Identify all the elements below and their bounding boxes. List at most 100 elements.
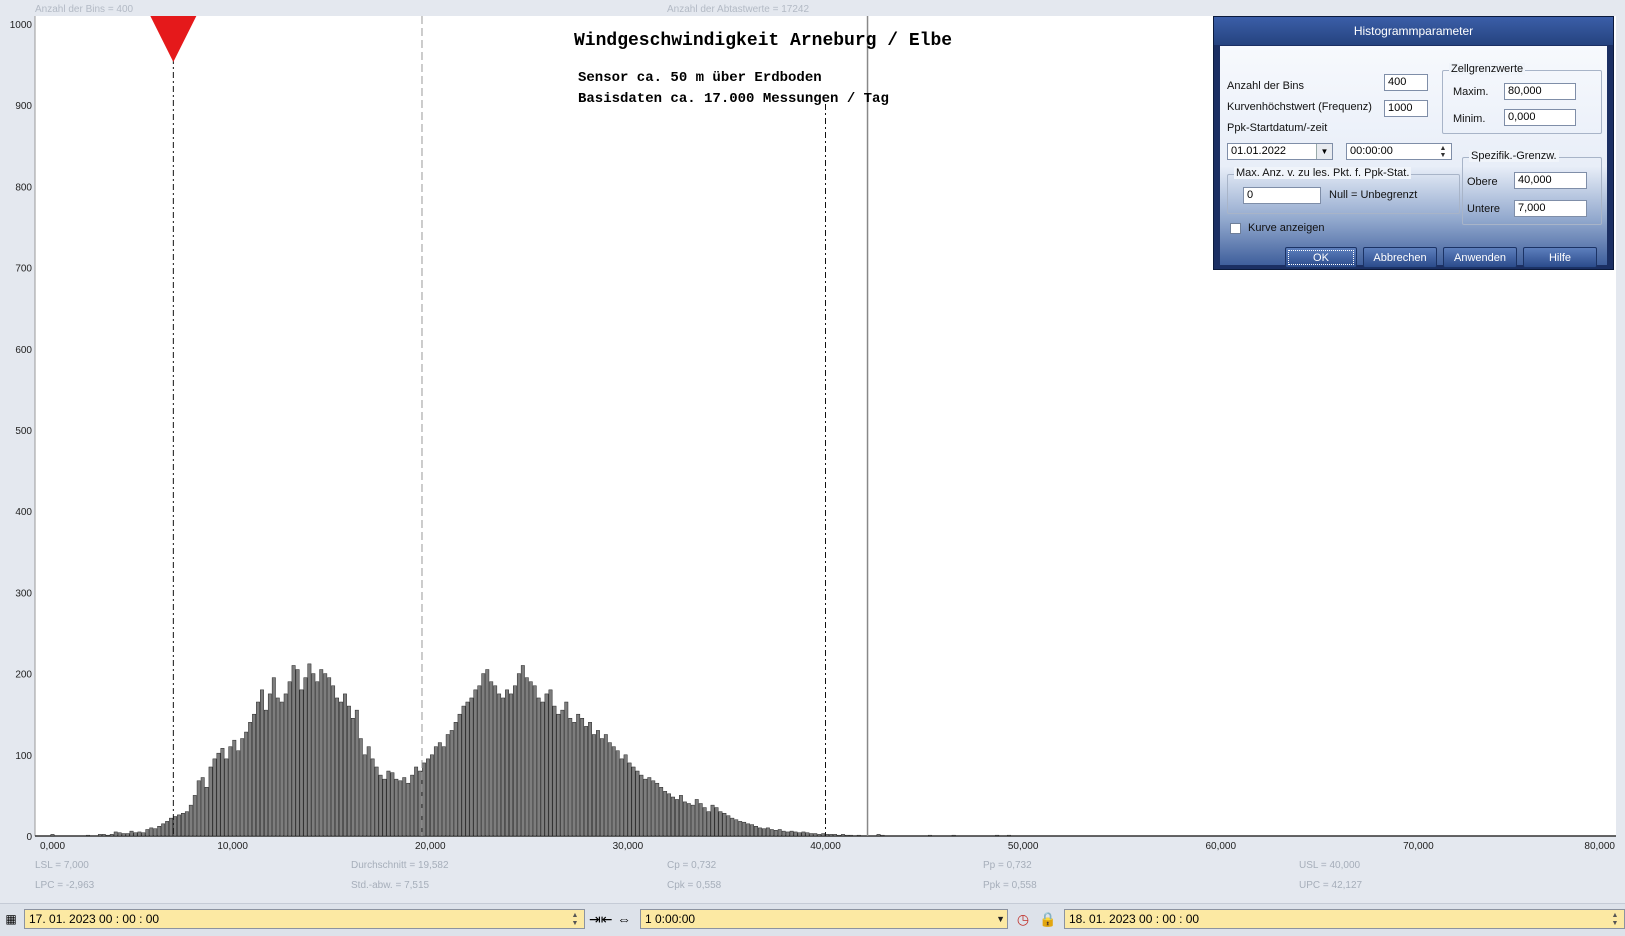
histogram-bar [599, 738, 604, 837]
histogram-bar [287, 681, 292, 837]
end-datetime-field[interactable]: 18. 01. 2023 00 : 00 : 00 ▲ ▼ [1064, 909, 1625, 929]
end-datetime-value: 18. 01. 2023 00 : 00 : 00 [1069, 912, 1200, 926]
ppk-time-input[interactable]: 00:00:00 ▲ ▼ [1346, 143, 1452, 160]
help-button[interactable]: Hilfe [1523, 247, 1597, 268]
histogram-bar [845, 834, 849, 837]
histogram-bar [86, 834, 90, 837]
histogram-bar [402, 777, 407, 837]
x-tick-label: 20,000 [415, 841, 446, 852]
time-span-select[interactable]: 1 0:00:00 ▼ [640, 909, 1008, 929]
minim-label: Minim. [1453, 113, 1486, 125]
y-tick-label: 600 [15, 345, 32, 356]
histogram-bar [659, 787, 664, 837]
clock-icon[interactable]: ◷ [1013, 909, 1033, 929]
lock-icon[interactable]: 🔒 [1038, 909, 1058, 929]
samples-count-label: Anzahl der Abtastwerte = 17242 [667, 4, 810, 15]
x-tick-label: 80,000 [1584, 841, 1615, 852]
histogram-bar [196, 780, 201, 837]
chart-title: Windgeschwindigkeit Arneburg / Elbe [574, 31, 952, 51]
dialog-title[interactable]: Histogrammparameter [1214, 17, 1613, 45]
histogram-bar [149, 827, 154, 837]
histogram-bar [513, 685, 517, 837]
stat-cp: Cp = 0,732 [667, 860, 717, 871]
histogram-bar [200, 777, 205, 837]
histogram-bar [279, 701, 284, 837]
lower-limit-input[interactable]: 7,000 [1514, 200, 1587, 217]
histogram-bar [307, 663, 312, 837]
start-spin-down-icon[interactable]: ▼ [568, 920, 582, 927]
histogram-bar [157, 826, 162, 837]
histogram-bar [520, 665, 525, 837]
histogram-bar [347, 705, 351, 837]
freq-input[interactable]: 1000 [1384, 100, 1428, 117]
histogram-bar [856, 834, 861, 837]
histogram-bar [781, 830, 786, 837]
show-curve-label: Kurve anzeigen [1248, 222, 1325, 234]
upper-limit-label: Obere [1467, 176, 1498, 188]
histogram-bar [643, 778, 648, 837]
histogram-bar [232, 739, 237, 837]
zoom-in-arrows-icon[interactable]: ⇥⇤ [589, 909, 612, 929]
histogram-bar [350, 718, 355, 837]
histogram-bar [789, 830, 794, 837]
cancel-button[interactable]: Abbrechen [1363, 247, 1437, 268]
apply-button[interactable]: Anwenden [1443, 247, 1517, 268]
histogram-bar [706, 811, 711, 837]
spin-up-icon[interactable]: ▲ [1436, 145, 1450, 152]
zoom-out-arrows-icon[interactable]: ⇔ [613, 909, 635, 929]
histogram-bar [188, 804, 193, 837]
histogram-bar [754, 826, 758, 837]
histogram-bar [730, 817, 735, 837]
end-spin-up-icon[interactable]: ▲ [1608, 912, 1622, 919]
span-chevron-down-icon[interactable]: ▼ [996, 910, 1005, 928]
histogram-bar [358, 738, 363, 837]
histogram-bar [204, 787, 209, 837]
max-points-group: Max. Anz. v. zu les. Pkt. f. Ppk-Stat. 0… [1227, 167, 1460, 214]
histogram-bar [544, 693, 549, 837]
histogram-bar [765, 827, 770, 837]
cell-limits-group-label: Zellgrenzwerte [1449, 63, 1526, 75]
histogram-bar [125, 833, 130, 837]
histogram-bar [698, 803, 703, 837]
histogram-bar [374, 766, 379, 837]
stat-lpc: LPC = -2,963 [35, 880, 95, 891]
chevron-down-icon[interactable]: ▼ [1316, 144, 1332, 159]
spec-limits-group-label: Spezifik.-Grenzw. [1469, 150, 1559, 162]
histogram-bar [639, 774, 644, 837]
histogram-bar [738, 821, 743, 837]
calendar-icon[interactable]: ▦ [2, 909, 20, 929]
minim-input[interactable]: 0,000 [1504, 109, 1576, 126]
end-spin-down-icon[interactable]: ▼ [1608, 920, 1622, 927]
ppk-date-select[interactable]: 01.01.2022 ▼ [1227, 143, 1333, 160]
y-tick-label: 200 [15, 670, 32, 681]
y-tick-label: 0 [26, 832, 32, 843]
start-spin-up-icon[interactable]: ▲ [568, 912, 582, 919]
histogram-bar [671, 796, 675, 837]
start-datetime-field[interactable]: 17. 01. 2023 00 : 00 : 00 ▲ ▼ [24, 909, 585, 929]
spin-down-icon[interactable]: ▼ [1436, 152, 1450, 159]
show-curve-checkbox[interactable] [1230, 223, 1241, 234]
histogram-bar [173, 816, 177, 837]
time-range-bar: ▦ 17. 01. 2023 00 : 00 : 00 ▲ ▼ ⇥⇤ ⇔ 1 0… [0, 903, 1625, 936]
maxim-input[interactable]: 80,000 [1504, 83, 1576, 100]
histogram-bar [556, 713, 561, 837]
histogram-bar [161, 823, 166, 837]
bins-input[interactable]: 400 [1384, 74, 1428, 91]
histogram-bar [145, 829, 150, 837]
max-points-input[interactable]: 0 [1243, 187, 1321, 204]
ok-button[interactable]: OK [1285, 247, 1357, 268]
histogram-bar [303, 677, 308, 837]
histogram-bar [113, 831, 118, 837]
upper-limit-input[interactable]: 40,000 [1514, 172, 1587, 189]
histogram-bar [137, 831, 142, 837]
histogram-bar [473, 689, 478, 837]
histogram-bar [505, 689, 509, 837]
histogram-bar [244, 731, 249, 837]
histogram-bar [651, 780, 656, 837]
histogram-bar [248, 722, 253, 837]
y-tick-label: 500 [15, 426, 32, 437]
histogram-bar [615, 750, 620, 837]
histogram-bar [275, 697, 280, 837]
histogram-bar [299, 689, 304, 837]
histogram-bar [457, 713, 462, 837]
